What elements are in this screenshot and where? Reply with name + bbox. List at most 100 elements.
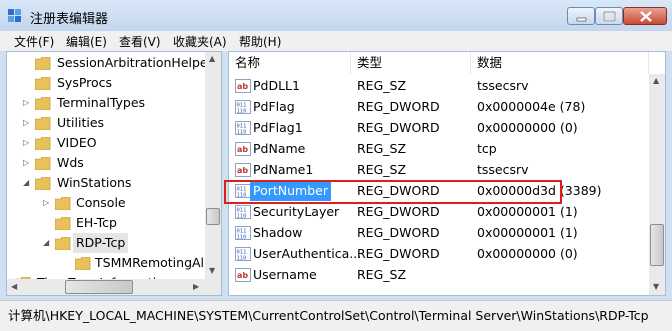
value-row[interactable]: ab PdDLL1 REG_SZ tssecsrv bbox=[229, 76, 649, 96]
scroll-down-icon[interactable]: ▼ bbox=[653, 282, 659, 291]
tree-item-label: Utilities bbox=[57, 115, 105, 130]
tree-item[interactable]: EH-Tcp bbox=[7, 213, 207, 233]
string-value-icon: ab bbox=[235, 268, 251, 282]
value-type: REG_DWORD bbox=[357, 99, 440, 114]
tree-item[interactable]: ▷ VIDEO bbox=[7, 133, 207, 153]
folder-icon bbox=[35, 57, 51, 70]
scroll-up-icon[interactable]: ▲ bbox=[209, 54, 215, 63]
svg-text:110: 110 bbox=[237, 214, 247, 220]
tree-item[interactable]: ▷ Wds bbox=[7, 153, 207, 173]
maximize-button[interactable] bbox=[595, 7, 623, 25]
menu-favorites[interactable]: 收藏夹(A) bbox=[173, 33, 227, 50]
value-row[interactable]: ab PdName1 REG_SZ tssecsrv bbox=[229, 160, 649, 180]
scroll-up-icon[interactable]: ▲ bbox=[653, 76, 659, 85]
list-vertical-scrollbar[interactable]: ▲ ▼ bbox=[649, 74, 665, 295]
value-name: UserAuthentica... bbox=[253, 246, 362, 261]
collapse-arrow-icon[interactable]: ◢ bbox=[43, 233, 49, 253]
tree-item[interactable]: ▷ Utilities bbox=[7, 113, 207, 133]
expand-arrow-icon[interactable]: ▷ bbox=[23, 93, 29, 113]
status-path: 计算机\HKEY_LOCAL_MACHINE\SYSTEM\CurrentCon… bbox=[8, 308, 649, 323]
svg-text:ab: ab bbox=[237, 145, 248, 154]
tree-item-label: VIDEO bbox=[57, 135, 97, 150]
menu-edit[interactable]: 编辑(E) bbox=[66, 33, 107, 50]
tree-vertical-scrollbar[interactable]: ▲ ▼ bbox=[205, 52, 221, 279]
minimize-button[interactable] bbox=[567, 7, 595, 25]
string-value-icon: ab bbox=[235, 142, 251, 156]
svg-text:ab: ab bbox=[237, 271, 248, 280]
value-data: tssecsrv bbox=[477, 78, 529, 93]
scroll-down-icon[interactable]: ▼ bbox=[209, 266, 215, 275]
folder-open-icon bbox=[35, 177, 51, 190]
key-tree[interactable]: SessionArbitrationHelper SysProcs ▷ Term… bbox=[6, 51, 222, 296]
menu-file[interactable]: 文件(F) bbox=[14, 33, 54, 50]
close-button[interactable] bbox=[623, 7, 667, 25]
menu-view[interactable]: 查看(V) bbox=[119, 33, 161, 50]
scroll-thumb[interactable] bbox=[206, 208, 220, 225]
value-row[interactable]: 011 110 UserAuthentica... REG_DWORD 0x000000… bbox=[229, 244, 649, 264]
values-list[interactable]: 名称 类型 数据 ab PdDLL1 REG_SZ tssecsrv 011 110 PdF… bbox=[228, 51, 666, 296]
value-row[interactable]: 011 110 SecurityLayer REG_DWORD 0x00000001 (… bbox=[229, 202, 649, 222]
svg-text:110: 110 bbox=[237, 130, 247, 136]
column-header-type[interactable]: 类型 bbox=[351, 52, 471, 74]
value-type: REG_SZ bbox=[357, 162, 407, 177]
binary-value-icon: 011110 bbox=[235, 121, 251, 135]
value-name: Username bbox=[253, 267, 317, 282]
scroll-thumb[interactable] bbox=[65, 280, 133, 294]
value-type: REG_SZ bbox=[357, 78, 407, 93]
column-header-name[interactable]: 名称 bbox=[229, 52, 351, 74]
value-type: REG_SZ bbox=[357, 267, 407, 282]
folder-icon bbox=[35, 157, 51, 170]
menu-help[interactable]: 帮助(H) bbox=[239, 33, 281, 50]
tree-item[interactable]: SessionArbitrationHelper bbox=[7, 53, 213, 73]
binary-value-icon: 011110 bbox=[235, 226, 251, 240]
scroll-right-icon[interactable]: ▶ bbox=[193, 282, 199, 291]
expand-arrow-icon[interactable]: ▷ bbox=[43, 193, 49, 213]
value-row[interactable]: 011 110 Shadow REG_DWORD 0x00000001 (1) bbox=[229, 223, 649, 243]
tree-item-label: EH-Tcp bbox=[76, 215, 117, 230]
expand-arrow-icon[interactable]: ▷ bbox=[23, 133, 29, 153]
value-name: Shadow bbox=[253, 225, 303, 240]
folder-icon bbox=[35, 137, 51, 150]
value-name: PdName1 bbox=[253, 162, 314, 177]
value-type: REG_SZ bbox=[357, 141, 407, 156]
value-data: 0x00000001 (1) bbox=[477, 225, 578, 240]
value-row[interactable]: ab PdName REG_SZ tcp bbox=[229, 139, 649, 159]
value-row[interactable]: 011 110 PdFlag1 REG_DWORD 0x00000000 (0) bbox=[229, 118, 649, 138]
binary-value-icon: 011110 bbox=[235, 100, 251, 114]
folder-icon bbox=[55, 197, 71, 210]
tree-item-label: SessionArbitrationHelper bbox=[57, 55, 213, 70]
svg-text:110: 110 bbox=[237, 256, 247, 262]
tree-item-label: WinStations bbox=[57, 175, 132, 190]
tree-item[interactable]: ◢ WinStations bbox=[7, 173, 207, 193]
value-row[interactable]: ab Username REG_SZ bbox=[229, 265, 649, 285]
value-data: tcp bbox=[477, 141, 497, 156]
column-header-data[interactable]: 数据 bbox=[471, 52, 649, 74]
string-value-icon: ab bbox=[235, 79, 251, 93]
value-type: REG_DWORD bbox=[357, 120, 440, 135]
tree-item-label-selected: RDP-Tcp bbox=[73, 233, 129, 253]
tree-item[interactable]: TSMMRemotingAllo bbox=[7, 253, 215, 273]
folder-icon bbox=[35, 97, 51, 110]
highlight-annotation bbox=[224, 180, 562, 204]
value-row[interactable]: 011 110 PdFlag REG_DWORD 0x0000004e (78) bbox=[229, 97, 649, 117]
value-name: PdFlag1 bbox=[253, 120, 303, 135]
minimize-icon bbox=[576, 17, 587, 22]
tree-item[interactable]: ▷ TerminalTypes bbox=[7, 93, 207, 113]
binary-value-icon: 011110 bbox=[235, 205, 251, 219]
folder-icon bbox=[75, 257, 91, 270]
value-data: 0x0000004e (78) bbox=[477, 99, 586, 114]
maximize-icon bbox=[603, 11, 616, 22]
tree-item-label: SysProcs bbox=[57, 75, 113, 90]
value-type: REG_DWORD bbox=[357, 225, 440, 240]
tree-item[interactable]: ▷ Console bbox=[7, 193, 207, 213]
tree-item[interactable]: ◢ RDP-Tcp bbox=[7, 233, 207, 253]
collapse-arrow-icon[interactable]: ◢ bbox=[23, 173, 29, 193]
scroll-left-icon[interactable]: ◀ bbox=[11, 282, 17, 291]
scroll-thumb[interactable] bbox=[650, 224, 664, 266]
value-name: PdName bbox=[253, 141, 306, 156]
expand-arrow-icon[interactable]: ▷ bbox=[23, 153, 29, 173]
expand-arrow-icon[interactable]: ▷ bbox=[23, 113, 29, 133]
tree-item[interactable]: SysProcs bbox=[7, 73, 207, 93]
tree-horizontal-scrollbar[interactable]: ◀ ▶ bbox=[7, 279, 221, 295]
regedit-icon bbox=[8, 9, 21, 22]
